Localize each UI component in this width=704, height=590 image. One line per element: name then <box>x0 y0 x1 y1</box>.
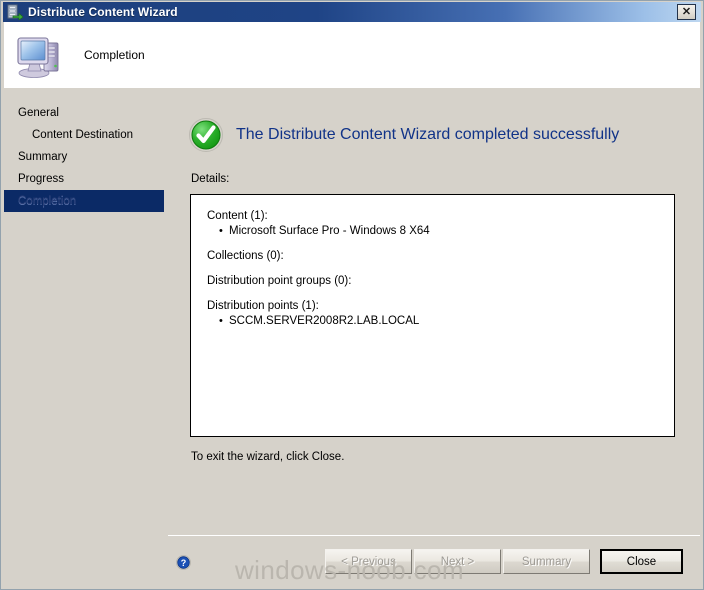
svg-text:?: ? <box>181 558 187 568</box>
completion-status: The Distribute Content Wizard completed … <box>188 117 619 153</box>
detail-group-heading: Distribution point groups (0): <box>207 274 674 289</box>
computer-icon <box>16 31 68 79</box>
detail-group: Content (1):Microsoft Surface Pro - Wind… <box>207 209 674 239</box>
success-check-icon <box>188 117 224 153</box>
sidebar-item-progress[interactable]: Progress <box>4 168 164 190</box>
detail-item-list: Microsoft Surface Pro - Windows 8 X64 <box>207 224 674 239</box>
close-button[interactable]: Close <box>600 549 683 574</box>
detail-group: Distribution point groups (0): <box>207 274 674 289</box>
details-box: Content (1):Microsoft Surface Pro - Wind… <box>190 194 675 437</box>
wizard-window: Distribute Content Wizard ✕ <box>0 0 704 590</box>
sidebar-item-summary[interactable]: Summary <box>4 146 164 168</box>
previous-button[interactable]: < Previous <box>325 549 412 574</box>
summary-button[interactable]: Summary <box>503 549 590 574</box>
help-question-icon[interactable]: ? <box>176 555 191 570</box>
detail-group-heading: Content (1): <box>207 209 674 224</box>
detail-group: Distribution points (1):SCCM.SERVER2008R… <box>207 299 674 329</box>
sidebar-item-completion[interactable]: Completion <box>4 190 164 212</box>
sidebar-item-general[interactable]: General <box>4 102 164 124</box>
list-item: SCCM.SERVER2008R2.LAB.LOCAL <box>229 314 674 329</box>
close-icon[interactable]: ✕ <box>677 4 696 20</box>
completion-message: The Distribute Content Wizard completed … <box>236 126 619 144</box>
title-bar: Distribute Content Wizard ✕ <box>3 2 701 22</box>
wizard-steps-sidebar: GeneralContent DestinationSummaryProgres… <box>4 89 164 586</box>
distribute-content-icon <box>7 4 23 20</box>
main-content-panel: The Distribute Content Wizard completed … <box>168 89 700 531</box>
window-title: Distribute Content Wizard <box>28 5 178 19</box>
sidebar-item-content-destination[interactable]: Content Destination <box>4 124 164 146</box>
wizard-header: Completion <box>4 22 700 88</box>
detail-group-heading: Collections (0): <box>207 249 674 264</box>
page-title: Completion <box>84 48 145 62</box>
details-label: Details: <box>191 173 229 185</box>
list-item: Microsoft Surface Pro - Windows 8 X64 <box>229 224 674 239</box>
detail-item-list: SCCM.SERVER2008R2.LAB.LOCAL <box>207 314 674 329</box>
exit-instruction: To exit the wizard, click Close. <box>191 451 344 463</box>
next-button[interactable]: Next > <box>414 549 501 574</box>
detail-group: Collections (0): <box>207 249 674 264</box>
detail-group-heading: Distribution points (1): <box>207 299 674 314</box>
wizard-button-bar: ? < Previous Next > Summary Close <box>168 535 700 586</box>
